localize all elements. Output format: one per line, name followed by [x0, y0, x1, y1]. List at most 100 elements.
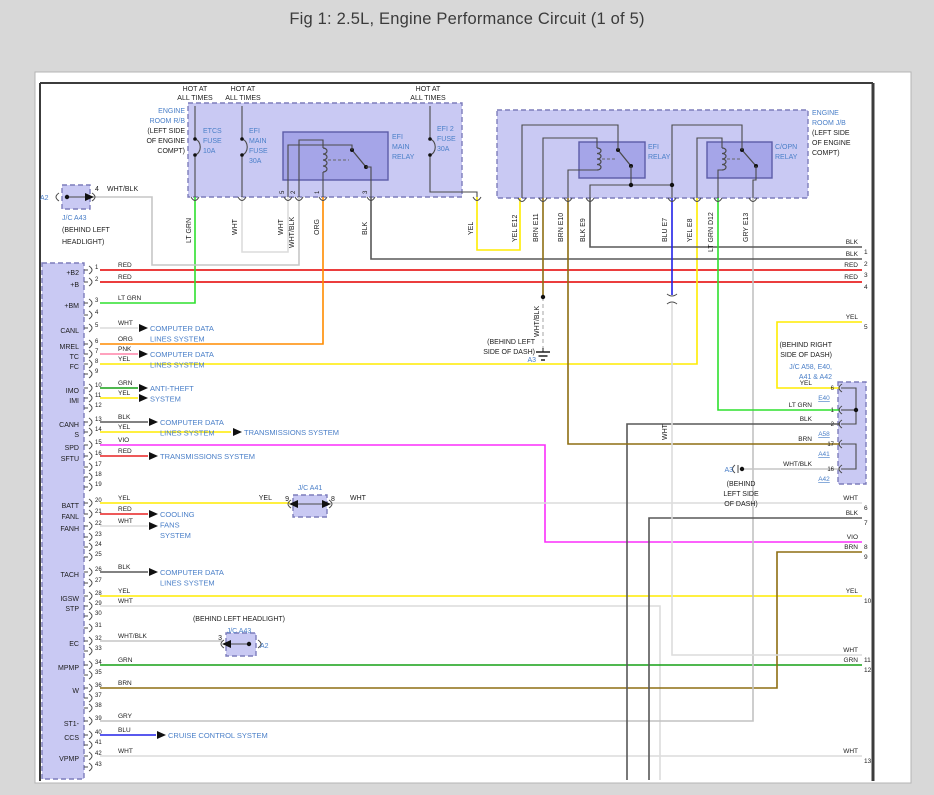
ecm-pin-number: 14 [95, 427, 102, 433]
wire-color-label: RED [118, 262, 132, 269]
wire-color-label: LT GRN [118, 295, 142, 302]
junction-dot [65, 195, 69, 199]
ecm-pin-name: IMI [69, 398, 79, 405]
link-a58[interactable]: A58 [818, 431, 830, 438]
system-label: FANS [160, 521, 180, 530]
diagram-label: A3 [724, 467, 733, 474]
ecm-pin-number: 28 [95, 591, 102, 597]
diagram-label: ROOM J/B [812, 120, 846, 127]
wire-color-label: BRN [118, 680, 132, 687]
link-e40[interactable]: E40 [818, 395, 830, 402]
fuse-terminal [240, 137, 244, 141]
system-label: LINES SYSTEM [150, 361, 205, 370]
diagram-label: BRN E11 [533, 213, 540, 242]
fuse-label: 10A [203, 148, 216, 155]
link-a41[interactable]: A41 [818, 451, 830, 458]
wire-color-label: WHT/BLK [118, 633, 148, 640]
ecm-pin-number: 40 [95, 730, 102, 736]
exit-number: 12 [864, 667, 872, 674]
jc-pin-number: 17 [827, 442, 834, 448]
ecm-pin-number: 25 [95, 552, 102, 558]
wire-color-label: YEL [118, 390, 131, 397]
diagram-label: (BEHIND LEFT [487, 339, 536, 346]
link-a42[interactable]: A42 [818, 476, 830, 483]
diagram-label: OF ENGINE [146, 138, 185, 145]
ecm-pin-name: FANH [60, 526, 79, 533]
diagram-label: (LEFT SIDE [147, 128, 185, 135]
exit-number: 4 [864, 284, 868, 291]
diagram-label: BLK [362, 221, 369, 235]
junction-dot [740, 467, 744, 471]
ecm-pin-name: IGSW [60, 596, 79, 603]
ecm-pin-number: 15 [95, 440, 102, 446]
diagram-label: EFI [648, 144, 659, 151]
system-reference: COMPUTER DATALINES SYSTEM [149, 418, 224, 438]
wire-color-label: ORG [118, 336, 133, 343]
exit-wire-color: BLK [846, 251, 859, 258]
junction-dot [670, 183, 674, 187]
wire-color-label: YEL [800, 380, 813, 387]
wire-color-label: LT GRN [789, 402, 813, 409]
diagram-label: WHT/BLK [107, 186, 138, 193]
wire-color-label: BRN [798, 436, 812, 443]
diagram-label: (BEHIND [727, 481, 756, 488]
wire-color-label: YEL [118, 495, 131, 502]
diagram-label: J/C A43 [62, 215, 87, 222]
system-label: COMPUTER DATA [160, 568, 224, 577]
jc-pin-number: 16 [827, 467, 834, 473]
ecm-pin-name: +B [70, 282, 79, 289]
diagram-label: A2 [260, 643, 269, 650]
exit-number: 11 [864, 657, 871, 664]
ecm-pin-number: 41 [95, 740, 102, 746]
diagram-label: HOT AT [231, 86, 256, 93]
ecm-pin-number: 23 [95, 532, 102, 538]
fuse-terminal [428, 153, 432, 157]
diagram-label: EFI [392, 134, 403, 141]
exit-number: 13 [864, 758, 872, 765]
ecm-pin-name: W [72, 688, 79, 695]
system-label: LINES SYSTEM [160, 579, 215, 588]
diagram-label: SIDE OF DASH) [780, 352, 832, 359]
diagram-label: WHT/BLK [534, 306, 541, 337]
diagram-label: (BEHIND LEFT [62, 227, 111, 234]
diagram-label: WHT [232, 218, 239, 235]
diagram-label: J/C A41 [298, 485, 323, 492]
ecm-pin-number: 27 [95, 578, 102, 584]
ecm-pin-name: +BM [64, 303, 79, 310]
diagram-label: LT GRN D12 [708, 212, 715, 252]
exit-number: 7 [864, 520, 868, 527]
fuse-label: FUSE [203, 138, 222, 145]
junction-dot [247, 642, 251, 646]
ecm-pin-number: 13 [95, 417, 102, 423]
exit-wire-color: BRN [844, 544, 858, 551]
wire-color-label: BLK [118, 414, 131, 421]
diagram-label: ALL TIMES [177, 95, 213, 102]
wire-color-label: BLU [118, 727, 131, 734]
diagram-label: 9 [285, 496, 289, 503]
fuse-label: EFI 2 [437, 126, 454, 133]
diagram-label: COMPT) [812, 150, 840, 157]
ecm-pin-number: 18 [95, 472, 102, 478]
ecm-pin-number: 22 [95, 521, 102, 527]
diagram-label: YEL E12 [512, 215, 519, 242]
diagram-canvas: ETCSFUSE10AEFIMAINFUSE30AEFI 2FUSE30A1+B… [0, 0, 934, 795]
diagram-label: A3 [527, 357, 536, 364]
fuse-terminal [428, 137, 432, 141]
ecm-pin-name: SFTU [61, 456, 79, 463]
wire-color-label: WHT [118, 748, 133, 755]
ecm-pin-name: TACH [60, 572, 79, 579]
ecm-pin-name: +B2 [66, 270, 79, 277]
diagram-label: OF DASH) [724, 501, 757, 508]
ecm-pin-number: 30 [95, 611, 102, 617]
junction-dot [629, 183, 633, 187]
wire-color-label: YEL [118, 356, 131, 363]
exit-wire-color: GRN [844, 657, 859, 664]
ecm-pin-name: VPMP [59, 756, 79, 763]
diagram-label: SIDE OF DASH) [483, 349, 535, 356]
ecm-pin-number: 36 [95, 683, 102, 689]
ecm-pin-number: 11 [95, 393, 102, 399]
ecm-pin-name: FC [70, 364, 79, 371]
diagram-label: ROOM R/B [150, 118, 186, 125]
ecm-pin-number: 19 [95, 482, 102, 488]
wire-color-label: BLK [800, 416, 813, 423]
